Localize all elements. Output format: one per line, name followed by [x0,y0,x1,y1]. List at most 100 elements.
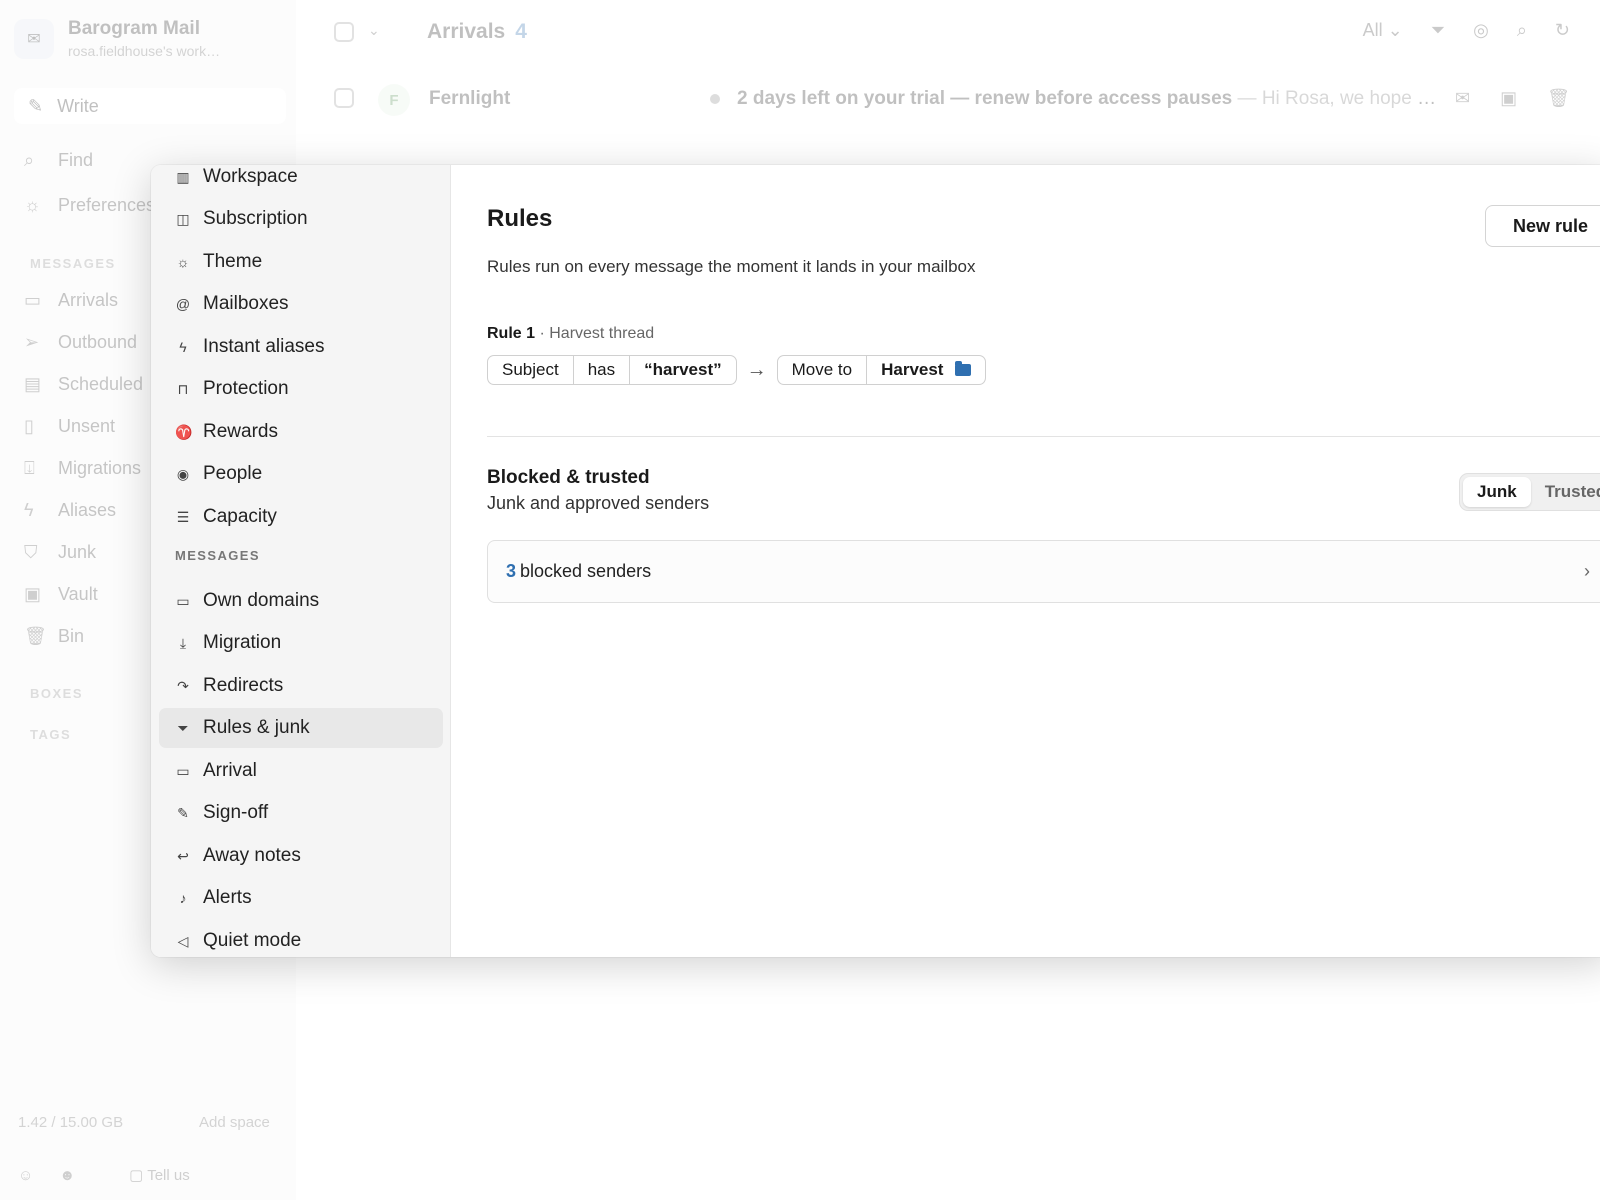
brand: ✉ Barogram Mail rosa.fieldhouse's work… [14,18,220,59]
nav-mailboxes[interactable]: @ Mailboxes [159,284,443,324]
avatar: F [378,84,410,116]
blocked-count: 3 [506,561,517,581]
nav-people[interactable]: ◉ People [159,454,443,494]
tab-trusted[interactable]: Trusted [1531,477,1600,507]
toolbar: All ⌄ ⏷ ◎ ⌕ ↻ [1307,20,1570,41]
select-all-checkbox[interactable] [334,22,354,42]
message-subject[interactable]: 2 days left on your trial — renew before… [737,88,1437,110]
rules-title: Rules [487,205,553,232]
settings-nav: ▥ Workspace ◫ Subscription ☼ Theme @ Mailbox… [151,165,451,957]
refresh-icon[interactable]: ↻ [1555,20,1570,41]
reply-icon: ↩ [177,847,189,864]
mail-logo-icon: ✉ [14,18,54,59]
bolt-icon: ϟ [179,339,187,355]
row-checkbox[interactable] [334,88,354,108]
settings-modal: ▥ Workspace ◫ Subscription ☼ Theme @ Mailbox… [151,165,1600,957]
draft-icon: ▯ [24,416,34,436]
folder-bin[interactable]: 🗑 Bin [24,626,84,647]
mailbox-title: Arrivals 4 [427,20,527,43]
blocked-trusted-title: Blocked & trusted [487,467,650,488]
trash-icon[interactable]: 🗑 [1547,88,1570,109]
users-icon[interactable]: ☻ [59,1167,75,1184]
trophy-icon: ♈ [175,423,193,440]
write-button[interactable]: ✎ Write [14,88,286,124]
rule-action[interactable]: Move to Harvest [776,355,987,385]
building-icon: ▥ [176,168,190,185]
folder-vault[interactable]: ▣ Vault [24,584,98,605]
nav-subscription[interactable]: ◫ Subscription [159,199,443,239]
folder-scheduled[interactable]: ▤ Scheduled [24,374,143,395]
feedback-link[interactable]: ▢ Tell us [129,1166,216,1184]
nav-section-messages: MESSAGES [175,548,260,563]
add-space-link[interactable]: Add space [199,1114,270,1131]
filter-icon: ⏷ [177,719,189,736]
nav-protection[interactable]: ⊓ Protection [159,369,443,409]
shield-icon: ⛉ [24,542,38,562]
folder-icon [955,361,972,376]
rule-definition[interactable]: Subject has “harvest” → Move to Harvest [487,355,987,385]
tags-heading: TAGS [30,727,72,742]
inbox-icon: ▭ [24,290,42,310]
nav-redirects[interactable]: ↷ Redirects [159,666,443,706]
download-icon: ⤓ [179,634,187,651]
blocked-trusted-subtitle: Junk and approved senders [487,493,710,513]
calendar-icon: ▤ [24,374,42,394]
rules-panel: Rules Rules run on every message the mom… [487,165,1600,957]
book-icon: ◫ [176,210,190,227]
preferences-link[interactable]: ☼ Preferences [24,195,155,216]
filter-dropdown[interactable]: All ⌄ [1335,20,1403,41]
messages-heading: MESSAGES [30,256,116,271]
blocked-senders-row[interactable]: 3 blocked senders › [487,540,1600,603]
rule-label: Rule 1 · Harvest thread [487,325,655,342]
condition-value: “harvest” [644,360,722,379]
folder-arrivals[interactable]: ▭ Arrivals [24,290,118,311]
tab-junk[interactable]: Junk [1463,477,1531,507]
nav-migration[interactable]: ⤓ Migration [159,623,443,663]
folder-migrations[interactable]: ⍗ Migrations [24,458,141,479]
condition-operator: has [574,356,631,384]
rules-description: Rules run on every message the moment it… [487,257,976,276]
nav-own-domains[interactable]: ▭ Own domains [159,581,443,621]
nav-alerts[interactable]: ♪ Alerts [159,878,443,918]
sender-name: Fernlight [429,88,511,109]
arrow-right-icon: → [746,358,767,381]
folder-aliases[interactable]: ϟ Aliases [24,500,116,521]
boxes-heading: BOXES [30,686,84,701]
pencil-icon: ✎ [28,95,44,116]
filter-icon[interactable]: ⏷ [1431,20,1445,41]
nav-rewards[interactable]: ♈ Rewards [159,412,443,452]
folder-outbound[interactable]: ➢ Outbound [24,332,137,353]
send-icon: ➢ [24,332,40,352]
nav-quiet-mode[interactable]: ◁ Quiet mode [159,921,443,957]
junk-trusted-toggle: Junk Trusted [1459,473,1600,511]
mute-icon: ◁ [177,932,189,949]
folder-unsent[interactable]: ▯ Unsent [24,416,115,437]
blocked-label: blocked senders [520,561,652,581]
folder-junk[interactable]: ⛉ Junk [24,542,96,563]
chevron-down-icon[interactable]: ⌄ [368,22,380,39]
nav-workspace[interactable]: ▥ Workspace [159,165,443,197]
search-icon[interactable]: ⌕ [1517,20,1527,41]
nav-sign-off[interactable]: ✎ Sign-off [159,793,443,833]
condition-field: Subject [488,356,574,384]
sun-icon: ☼ [176,254,190,270]
nav-capacity[interactable]: ☰ Capacity [159,497,443,537]
bell-icon: ♪ [179,890,187,906]
rule-condition[interactable]: Subject has “harvest” [487,355,737,385]
nav-arrival[interactable]: ▭ Arrival [159,751,443,791]
user-icon[interactable]: ☺ [18,1167,33,1184]
nav-away-notes[interactable]: ↩ Away notes [159,836,443,876]
user-circle-icon: ◉ [176,465,190,482]
nav-theme[interactable]: ☼ Theme [159,242,443,282]
new-rule-button[interactable]: New rule [1485,205,1600,247]
account-name: rosa.fieldhouse's work… [68,43,221,59]
nav-instant-aliases[interactable]: ϟ Instant aliases [159,327,443,367]
inbox-icon: ▭ [176,762,190,779]
archive-icon[interactable]: ▣ [1500,88,1517,109]
find-link[interactable]: ⌕ Find [24,150,93,171]
account-icon[interactable]: ◎ [1473,20,1489,41]
import-icon: ⍗ [24,458,35,478]
trash-icon: 🗑 [24,626,47,646]
mark-read-icon[interactable]: ✉ [1455,88,1470,109]
nav-rules-junk[interactable]: ⏷ Rules & junk [159,708,443,748]
